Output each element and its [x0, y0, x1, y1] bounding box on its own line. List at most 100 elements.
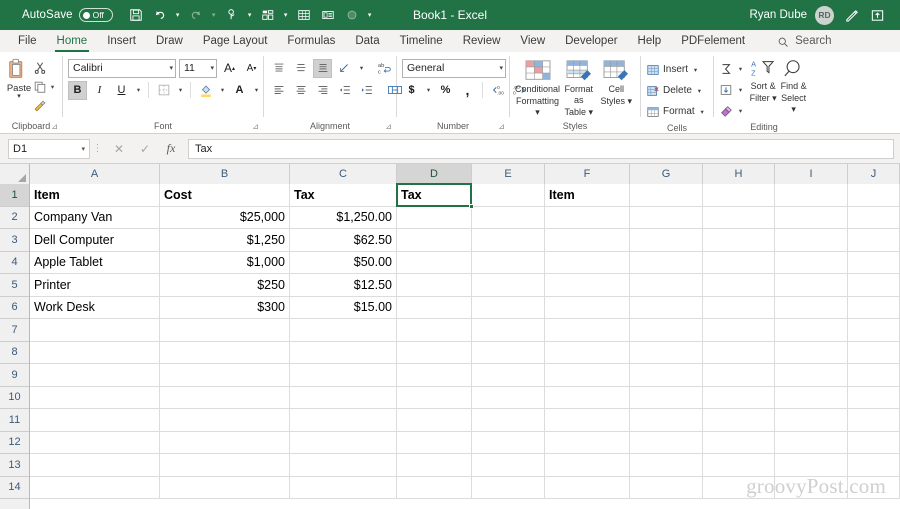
cell-I12[interactable]: [775, 431, 848, 453]
cell-I5[interactable]: [775, 274, 848, 296]
cell-I10[interactable]: [775, 386, 848, 408]
cell-A9[interactable]: [30, 364, 160, 386]
shrink-font-icon[interactable]: A ▾: [242, 59, 261, 78]
account-name[interactable]: Ryan Dube: [749, 9, 807, 21]
delete-button[interactable]: Delete ▾: [646, 80, 704, 101]
cell-C7[interactable]: [290, 319, 397, 341]
cell-H14[interactable]: [703, 476, 775, 498]
cell-J14[interactable]: [848, 476, 900, 498]
cell-D8[interactable]: [397, 341, 472, 363]
cell-A4[interactable]: Apple Tablet: [30, 251, 160, 273]
tab-draw[interactable]: Draw: [146, 31, 193, 52]
alignment-dialog-launcher-icon[interactable]: ⊿: [385, 120, 392, 133]
cell-F13[interactable]: [545, 454, 630, 476]
redo-icon[interactable]: [185, 4, 207, 26]
cell-I1[interactable]: [775, 184, 848, 206]
row-header-14[interactable]: 14: [0, 477, 29, 499]
cell-D4[interactable]: [397, 251, 472, 273]
undo-dropdown-icon[interactable]: ▾: [173, 4, 183, 26]
center-icon[interactable]: [291, 81, 310, 100]
cell-F14[interactable]: [545, 476, 630, 498]
cell-B2[interactable]: $25,000: [160, 206, 290, 228]
tab-page-layout[interactable]: Page Layout: [193, 31, 278, 52]
conditional-formatting-button[interactable]: Conditional Formatting ▾: [515, 59, 560, 118]
copy-icon[interactable]: [33, 80, 47, 94]
touch-mode-dropdown-icon[interactable]: ▾: [245, 4, 255, 26]
cell-G13[interactable]: [630, 454, 703, 476]
font-name-dropdown-icon[interactable]: ▾: [167, 64, 173, 72]
cancel-icon[interactable]: ✕: [106, 139, 132, 159]
cell-H4[interactable]: [703, 251, 775, 273]
fill-handle[interactable]: [469, 203, 474, 209]
cell-I6[interactable]: [775, 296, 848, 318]
cell-D1[interactable]: Tax: [397, 184, 472, 206]
row-header-13[interactable]: 13: [0, 454, 29, 477]
row-header-6[interactable]: 6: [0, 297, 29, 319]
fill-button[interactable]: ▾: [719, 79, 748, 100]
cell-D11[interactable]: [397, 409, 472, 431]
row-header-3[interactable]: 3: [0, 229, 29, 252]
cell-I14[interactable]: [775, 476, 848, 498]
tab-developer[interactable]: Developer: [555, 31, 627, 52]
cell-D12[interactable]: [397, 431, 472, 453]
fill-color-icon[interactable]: [196, 81, 215, 100]
cell-D2[interactable]: [397, 206, 472, 228]
cell-G3[interactable]: [630, 229, 703, 251]
name-box-dropdown-icon[interactable]: ▾: [81, 145, 85, 153]
increase-indent-icon[interactable]: [357, 81, 376, 100]
autosave-control[interactable]: AutoSave Off: [22, 8, 113, 22]
insert-button[interactable]: Insert ▾: [646, 59, 700, 80]
cell-C14[interactable]: [290, 476, 397, 498]
format-button[interactable]: Format ▾: [646, 101, 707, 122]
cell-D6[interactable]: [397, 296, 472, 318]
cell-H2[interactable]: [703, 206, 775, 228]
number-format-dropdown-icon[interactable]: ▾: [497, 64, 503, 72]
paste-button[interactable]: Paste ▾: [5, 57, 33, 100]
cell-I7[interactable]: [775, 319, 848, 341]
cell-E12[interactable]: [472, 431, 545, 453]
cell-H13[interactable]: [703, 454, 775, 476]
tab-file[interactable]: File: [8, 31, 47, 52]
accounting-format-icon[interactable]: $: [402, 81, 421, 100]
row-header-12[interactable]: 12: [0, 432, 29, 454]
align-left-icon[interactable]: [269, 81, 288, 100]
ribbon-display-options-icon[interactable]: [868, 6, 886, 24]
cell-J8[interactable]: [848, 341, 900, 363]
formula-input[interactable]: Tax: [188, 138, 894, 159]
cell-H7[interactable]: [703, 319, 775, 341]
cell-A10[interactable]: [30, 386, 160, 408]
cell-J4[interactable]: [848, 251, 900, 273]
row-header-4[interactable]: 4: [0, 252, 29, 274]
cell-J12[interactable]: [848, 431, 900, 453]
cell-F2[interactable]: [545, 206, 630, 228]
insert-dropdown-icon[interactable]: ▾: [691, 66, 700, 74]
table-icon[interactable]: [293, 4, 315, 26]
formula-bar-handle[interactable]: ⋮: [90, 143, 106, 154]
cell-I3[interactable]: [775, 229, 848, 251]
cell-F5[interactable]: [545, 274, 630, 296]
cell-A12[interactable]: [30, 431, 160, 453]
orientation-icon[interactable]: [335, 59, 354, 78]
search-box[interactable]: Search: [777, 31, 832, 52]
cell-J2[interactable]: [848, 206, 900, 228]
cell-C12[interactable]: [290, 431, 397, 453]
cell-B7[interactable]: [160, 319, 290, 341]
column-header-i[interactable]: I: [775, 164, 848, 184]
tab-review[interactable]: Review: [453, 31, 511, 52]
cell-I9[interactable]: [775, 364, 848, 386]
cell-I11[interactable]: [775, 409, 848, 431]
find-select-button[interactable]: Find & Select ▾: [778, 58, 809, 115]
cell-A3[interactable]: Dell Computer: [30, 229, 160, 251]
underline-button[interactable]: U: [112, 81, 131, 100]
column-header-c[interactable]: C: [290, 164, 397, 184]
cell-D10[interactable]: [397, 386, 472, 408]
cell-A7[interactable]: [30, 319, 160, 341]
row-header-9[interactable]: 9: [0, 364, 29, 387]
cell-I4[interactable]: [775, 251, 848, 273]
redo-dropdown-icon[interactable]: ▾: [209, 4, 219, 26]
tab-view[interactable]: View: [510, 31, 555, 52]
wrap-text-icon[interactable]: ab c: [375, 59, 394, 78]
row-header-11[interactable]: 11: [0, 409, 29, 432]
cut-icon[interactable]: [33, 61, 47, 75]
paste-dropdown-icon[interactable]: ▾: [17, 93, 21, 100]
